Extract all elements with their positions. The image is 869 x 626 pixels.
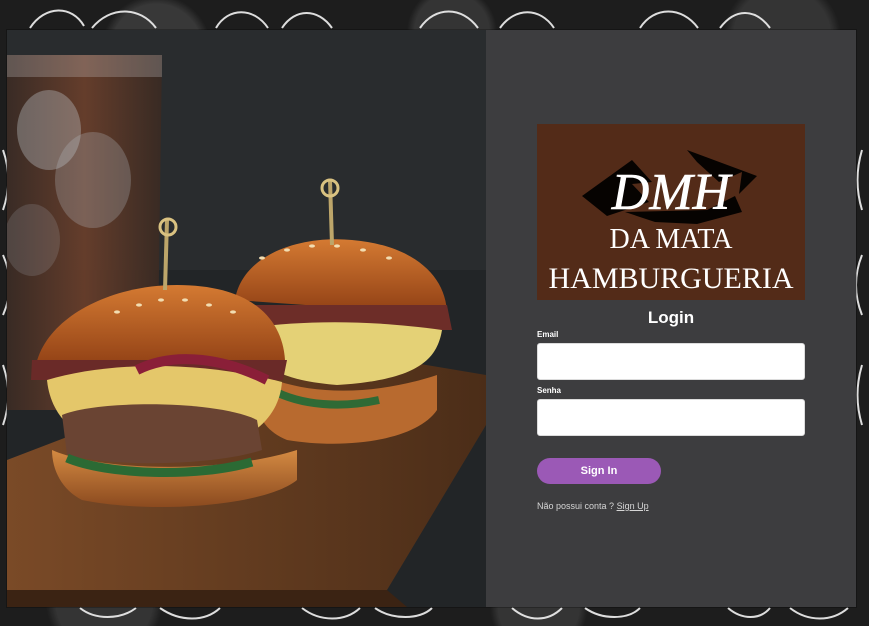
login-title: Login xyxy=(647,308,695,327)
brand-logo: DMH DA MATA HAMBURGUERIA xyxy=(537,124,805,300)
signup-prompt: Não possui conta ? Sign Up xyxy=(537,501,649,511)
logo-line-2: HAMBURGUERIA xyxy=(548,262,793,295)
sign-up-link[interactable]: Sign Up xyxy=(617,501,649,511)
email-field[interactable] xyxy=(537,343,805,380)
burger-photo xyxy=(7,30,486,607)
signup-prompt-text: Não possui conta ? xyxy=(537,501,617,511)
burger-illustration xyxy=(7,30,486,607)
logo-monogram: DMH xyxy=(611,164,733,221)
password-label: Senha xyxy=(537,386,562,395)
login-panel: DMH DA MATA HAMBURGUERIA Login Email Sen… xyxy=(486,30,856,607)
sign-in-button[interactable]: Sign In xyxy=(537,458,661,484)
login-card: DMH DA MATA HAMBURGUERIA Login Email Sen… xyxy=(7,30,856,607)
email-label: Email xyxy=(537,330,559,339)
logo-line-1: DA MATA xyxy=(610,224,734,255)
password-field[interactable] xyxy=(537,399,805,436)
